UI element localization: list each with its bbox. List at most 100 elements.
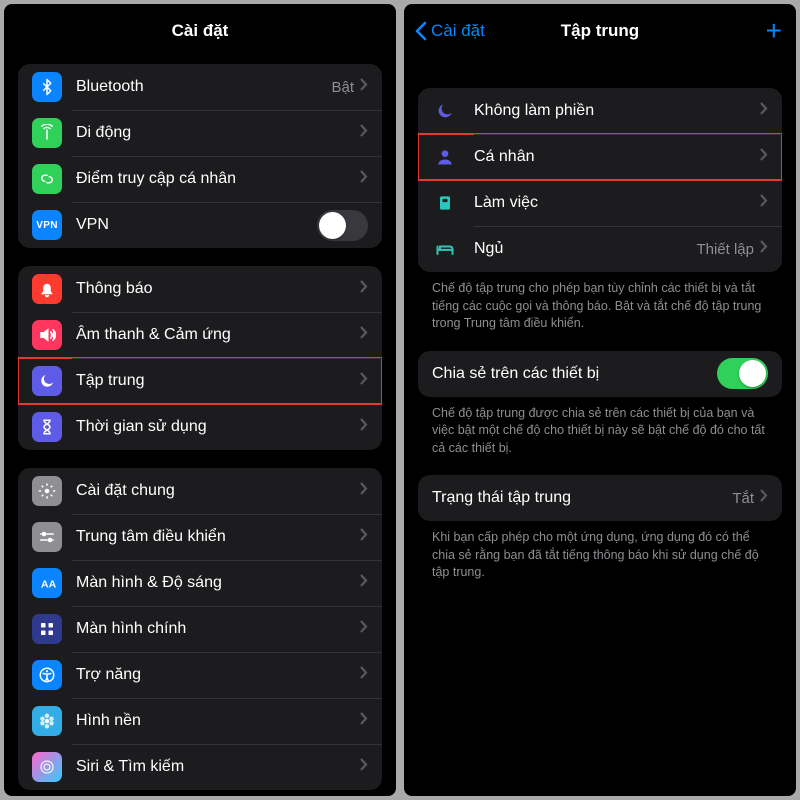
label: Điểm truy cập cá nhân xyxy=(76,170,360,188)
vpn-toggle[interactable] xyxy=(317,210,368,241)
row-hotspot[interactable]: Điểm truy cập cá nhân xyxy=(18,156,382,202)
page-title: Cài đặt xyxy=(172,21,229,41)
label: Thời gian sử dụng xyxy=(76,418,360,436)
moon-icon xyxy=(432,98,458,124)
add-button[interactable]: + xyxy=(766,17,782,45)
value: Tắt xyxy=(732,490,754,507)
chevron-right-icon xyxy=(760,489,768,507)
svg-text:AA: AA xyxy=(41,579,56,591)
footer-text: Chế độ tập trung được chia sẻ trên các t… xyxy=(418,397,782,458)
row-personal[interactable]: Cá nhân xyxy=(418,134,782,180)
accessibility-icon xyxy=(32,660,62,690)
value: Thiết lập xyxy=(696,241,754,258)
focus-list[interactable]: Không làm phiền Cá nhân Làm việc xyxy=(404,58,796,796)
row-screentime[interactable]: Thời gian sử dụng xyxy=(18,404,382,450)
row-siri[interactable]: Siri & Tìm kiếm xyxy=(18,744,382,790)
row-sleep[interactable]: Ngủ Thiết lập xyxy=(418,226,782,272)
chevron-right-icon xyxy=(760,148,768,166)
row-display[interactable]: AA Màn hình & Độ sáng xyxy=(18,560,382,606)
group-general: Cài đặt chung Trung tâm điều khiển AA Mà… xyxy=(18,468,382,790)
group-connectivity: Bluetooth Bật Di động Điểm truy cập cá n… xyxy=(18,64,382,248)
label: Trạng thái tập trung xyxy=(432,489,732,507)
row-work[interactable]: Làm việc xyxy=(418,180,782,226)
chevron-right-icon xyxy=(360,78,368,96)
sliders-icon xyxy=(32,522,62,552)
label: Cài đặt chung xyxy=(76,482,360,500)
settings-list[interactable]: Bluetooth Bật Di động Điểm truy cập cá n… xyxy=(4,58,396,796)
chevron-right-icon xyxy=(760,194,768,212)
row-focus-status[interactable]: Trạng thái tập trung Tắt xyxy=(418,475,782,521)
focus-screen: Cài đặt Tập trung + Không làm phiền Cá n… xyxy=(404,4,796,796)
row-vpn[interactable]: VPN VPN xyxy=(18,202,382,248)
link-icon xyxy=(32,164,62,194)
footer-text: Khi bạn cấp phép cho một ứng dụng, ứng d… xyxy=(418,521,782,582)
chevron-right-icon xyxy=(360,482,368,500)
back-label: Cài đặt xyxy=(431,21,485,41)
row-bluetooth[interactable]: Bluetooth Bật xyxy=(18,64,382,110)
chevron-right-icon xyxy=(360,758,368,776)
chevron-right-icon xyxy=(360,620,368,638)
row-share[interactable]: Chia sẻ trên các thiết bị xyxy=(418,351,782,397)
label: Tập trung xyxy=(76,372,360,390)
header: Cài đặt Tập trung + xyxy=(404,4,796,58)
row-controlcenter[interactable]: Trung tâm điều khiển xyxy=(18,514,382,560)
label: Siri & Tìm kiếm xyxy=(76,758,360,776)
row-dnd[interactable]: Không làm phiền xyxy=(418,88,782,134)
label: VPN xyxy=(76,216,317,234)
label: Thông báo xyxy=(76,280,360,298)
text-size-icon: AA xyxy=(32,568,62,598)
flower-icon xyxy=(32,706,62,736)
label: Không làm phiền xyxy=(474,102,760,120)
label: Trung tâm điều khiển xyxy=(76,528,360,546)
group-share: Chia sẻ trên các thiết bị xyxy=(418,351,782,397)
bed-icon xyxy=(432,236,458,262)
vpn-icon: VPN xyxy=(32,210,62,240)
label: Ngủ xyxy=(474,240,696,258)
chevron-right-icon xyxy=(760,240,768,258)
chevron-right-icon xyxy=(360,280,368,298)
chevron-right-icon xyxy=(760,102,768,120)
row-homescreen[interactable]: Màn hình chính xyxy=(18,606,382,652)
chevron-right-icon xyxy=(360,372,368,390)
back-button[interactable]: Cài đặt xyxy=(414,21,485,41)
row-focus[interactable]: Tập trung xyxy=(18,358,382,404)
chevron-right-icon xyxy=(360,574,368,592)
row-cellular[interactable]: Di động xyxy=(18,110,382,156)
label: Hình nền xyxy=(76,712,360,730)
label: Màn hình & Độ sáng xyxy=(76,574,360,592)
header: Cài đặt xyxy=(4,4,396,58)
chevron-right-icon xyxy=(360,528,368,546)
chevron-right-icon xyxy=(360,170,368,188)
row-wallpaper[interactable]: Hình nền xyxy=(18,698,382,744)
label: Màn hình chính xyxy=(76,620,360,638)
label: Di động xyxy=(76,124,360,142)
row-general[interactable]: Cài đặt chung xyxy=(18,468,382,514)
group-notifications: Thông báo Âm thanh & Cảm ứng Tập trung xyxy=(18,266,382,450)
chevron-right-icon xyxy=(360,326,368,344)
bluetooth-icon xyxy=(32,72,62,102)
antenna-icon xyxy=(32,118,62,148)
chevron-right-icon xyxy=(360,418,368,436)
siri-icon xyxy=(32,752,62,782)
value: Bật xyxy=(331,79,354,96)
chevron-right-icon xyxy=(360,666,368,684)
label: Làm việc xyxy=(474,194,760,212)
bell-icon xyxy=(32,274,62,304)
gear-icon xyxy=(32,476,62,506)
label: Trợ năng xyxy=(76,666,360,684)
group-status: Trạng thái tập trung Tắt xyxy=(418,475,782,521)
label: Âm thanh & Cảm ứng xyxy=(76,326,360,344)
chevron-right-icon xyxy=(360,124,368,142)
row-sounds[interactable]: Âm thanh & Cảm ứng xyxy=(18,312,382,358)
badge-icon xyxy=(432,190,458,216)
moon-icon xyxy=(32,366,62,396)
footer-text: Chế độ tập trung cho phép bạn tùy chỉnh … xyxy=(418,272,782,333)
settings-screen: Cài đặt Bluetooth Bật Di động xyxy=(4,4,396,796)
chevron-right-icon xyxy=(360,712,368,730)
person-icon xyxy=(432,144,458,170)
row-notifications[interactable]: Thông báo xyxy=(18,266,382,312)
share-toggle[interactable] xyxy=(717,358,768,389)
row-accessibility[interactable]: Trợ năng xyxy=(18,652,382,698)
hourglass-icon xyxy=(32,412,62,442)
label: Chia sẻ trên các thiết bị xyxy=(432,365,717,383)
